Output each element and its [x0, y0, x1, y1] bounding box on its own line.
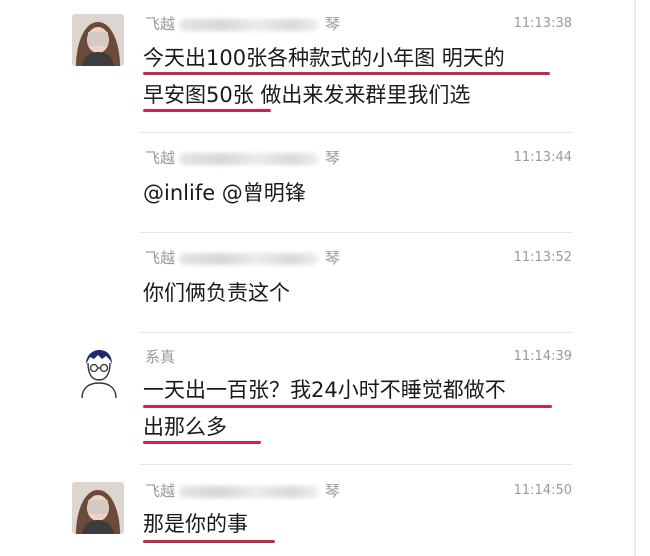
red-underline	[143, 405, 552, 408]
message-line: 一天出一百张？我24小时不睡觉都做不	[143, 378, 506, 402]
message-time: 11:13:52	[513, 250, 572, 265]
chat-log: 飞越琴 11:13:38 今天出100张各种款式的小年图 明天的 早安图50张 …	[0, 0, 650, 556]
sender-name: 飞越琴	[145, 482, 341, 500]
sender-name: 飞越琴	[145, 249, 341, 267]
red-underline	[143, 109, 271, 112]
avatar-sender-2[interactable]	[72, 346, 124, 398]
red-underline	[143, 540, 275, 543]
message-time: 11:14:50	[513, 483, 572, 498]
red-underline	[143, 441, 261, 444]
scroll-edge	[634, 0, 636, 556]
red-underline	[143, 72, 550, 75]
portrait-avatar-icon	[72, 482, 124, 534]
message-line: 你们俩负责这个	[143, 281, 290, 305]
message-line: @inlife @曾明锋	[143, 181, 306, 205]
avatar-sender-1[interactable]	[72, 482, 124, 534]
message-divider	[140, 232, 572, 233]
message-text[interactable]: 你们俩负责这个	[143, 275, 573, 312]
sender-name: 系真	[145, 348, 176, 366]
message-time: 11:14:39	[513, 349, 572, 364]
sender-name: 飞越琴	[145, 149, 341, 167]
message-divider	[140, 332, 572, 333]
message-text[interactable]: @inlife @曾明锋	[143, 175, 573, 212]
redacted-name-blur	[179, 485, 320, 498]
message-line: 那是你的事	[143, 512, 248, 536]
message-time: 11:13:38	[513, 16, 572, 31]
sender-name: 飞越琴	[145, 15, 341, 33]
redacted-name-blur	[179, 152, 320, 165]
message-text[interactable]: 那是你的事	[143, 506, 573, 543]
message-time: 11:13:44	[513, 150, 572, 165]
avatar-sender-1[interactable]	[72, 14, 124, 66]
message-divider	[140, 132, 572, 133]
portrait-avatar-icon	[72, 14, 124, 66]
message-divider	[140, 464, 572, 465]
message-text[interactable]: 今天出100张各种款式的小年图 明天的 早安图50张 做出来发来群里我们选	[143, 40, 573, 114]
cartoon-avatar-icon	[72, 346, 124, 398]
redacted-name-blur	[179, 252, 320, 265]
redacted-name-blur	[179, 18, 320, 31]
message-text[interactable]: 一天出一百张？我24小时不睡觉都做不 出那么多	[143, 372, 573, 446]
